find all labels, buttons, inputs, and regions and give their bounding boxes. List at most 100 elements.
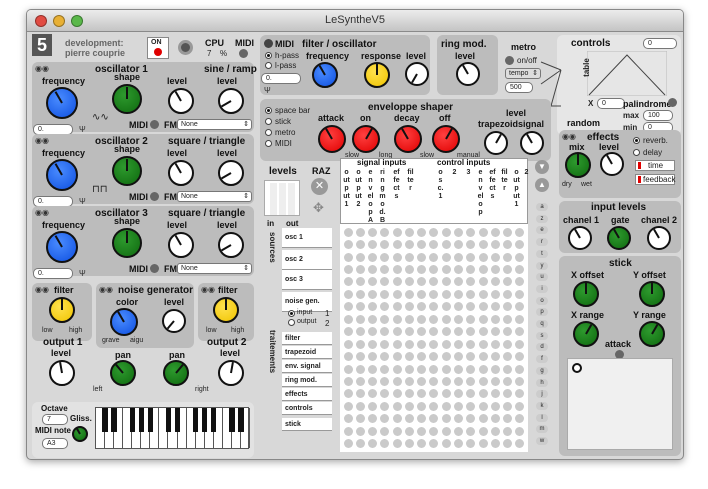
matrix-cell[interactable] (454, 377, 464, 387)
piano-black-key[interactable] (102, 408, 108, 432)
matrix-cell[interactable] (355, 339, 365, 349)
matrix-cell[interactable] (515, 302, 525, 312)
matrix-cell[interactable] (490, 389, 500, 399)
matrix-cell[interactable] (355, 314, 365, 324)
matrix-cell[interactable] (503, 377, 513, 387)
stick-pad[interactable] (567, 358, 673, 450)
osc1-shape-knob[interactable] (112, 84, 142, 114)
input-ch2-knob[interactable] (647, 226, 671, 250)
matrix-cell[interactable] (343, 439, 353, 449)
matrix-cell[interactable] (392, 240, 402, 250)
matrix-cell[interactable] (417, 364, 427, 374)
matrix-cell[interactable] (355, 302, 365, 312)
piano-keyboard[interactable] (95, 407, 250, 449)
matrix-cell[interactable] (503, 426, 513, 436)
matrix-cell[interactable] (454, 227, 464, 237)
matrix-cell[interactable] (429, 289, 439, 299)
env-spacebar-radio[interactable] (265, 107, 272, 114)
matrix-cell[interactable] (490, 289, 500, 299)
matrix-cell[interactable] (441, 277, 451, 287)
glissando-knob[interactable] (72, 426, 88, 442)
matrix-cell[interactable] (392, 364, 402, 374)
matrix-cell[interactable] (466, 389, 476, 399)
shortcut-key-o[interactable]: o (536, 296, 548, 305)
matrix-cell[interactable] (429, 439, 439, 449)
matrix-cell[interactable] (380, 252, 390, 262)
osc2-midi-toggle[interactable] (150, 192, 159, 201)
effects-level-knob[interactable] (600, 152, 624, 176)
matrix-cell[interactable] (429, 364, 439, 374)
shortcut-key-j[interactable]: j (536, 390, 548, 399)
matrix-cell[interactable] (503, 227, 513, 237)
matrix-cell[interactable] (441, 389, 451, 399)
matrix-cell[interactable] (417, 339, 427, 349)
matrix-cell[interactable] (441, 377, 451, 387)
shortcut-key-m[interactable]: m (536, 425, 548, 434)
matrix-cell[interactable] (441, 265, 451, 275)
matrix-cell[interactable] (478, 240, 488, 250)
matrix-cell[interactable] (355, 265, 365, 275)
matrix-cell[interactable] (503, 389, 513, 399)
matrix-cell[interactable] (490, 327, 500, 337)
filter-right-knob[interactable] (213, 297, 239, 323)
matrix-cell[interactable] (478, 339, 488, 349)
osc3-value-field[interactable]: 0. (33, 268, 73, 279)
matrix-cell[interactable] (417, 352, 427, 362)
matrix-cell[interactable] (392, 401, 402, 411)
matrix-cell[interactable] (441, 426, 451, 436)
matrix-cell[interactable] (392, 327, 402, 337)
osc2-wave-knob[interactable] (218, 160, 244, 186)
piano-black-key[interactable] (174, 408, 181, 432)
matrix-cell[interactable] (466, 227, 476, 237)
env-midi-radio[interactable] (265, 140, 272, 147)
env-stick-radio[interactable] (265, 118, 272, 125)
matrix-cell[interactable] (404, 265, 414, 275)
matrix-cell[interactable] (466, 327, 476, 337)
filter-right-mute-icon[interactable]: ◉◉ (201, 285, 215, 294)
matrix-cell[interactable] (404, 364, 414, 374)
matrix-cell[interactable] (343, 327, 353, 337)
matrix-cell[interactable] (368, 327, 378, 337)
matrix-cell[interactable] (368, 227, 378, 237)
feedback-button[interactable]: feedback (635, 174, 675, 185)
piano-black-key[interactable] (111, 408, 117, 432)
matrix-cell[interactable] (441, 352, 451, 362)
matrix-cell[interactable] (368, 265, 378, 275)
on-toggle[interactable]: ON (147, 37, 169, 59)
matrix-cell[interactable] (404, 439, 414, 449)
env-metro-radio[interactable] (265, 129, 272, 136)
output2-level-knob[interactable] (218, 360, 244, 386)
matrix-cell[interactable] (466, 265, 476, 275)
power-button[interactable] (178, 40, 193, 55)
matrix-cell[interactable] (490, 339, 500, 349)
matrix-cell[interactable] (466, 377, 476, 387)
lpass-radio[interactable] (265, 62, 272, 69)
matrix-cell[interactable] (380, 277, 390, 287)
matrix-cell[interactable] (515, 289, 525, 299)
matrix-cell[interactable] (343, 352, 353, 362)
matrix-cell[interactable] (454, 265, 464, 275)
matrix-cell[interactable] (380, 439, 390, 449)
matrix-cell[interactable] (466, 252, 476, 262)
shortcut-key-k[interactable]: k (536, 401, 548, 410)
matrix-cell[interactable] (515, 277, 525, 287)
matrix-cell[interactable] (380, 339, 390, 349)
matrix-cell[interactable] (466, 302, 476, 312)
scroll-down-button[interactable]: ▼ (535, 160, 549, 174)
matrix-cell[interactable] (380, 302, 390, 312)
matrix-cell[interactable] (478, 265, 488, 275)
matrix-cell[interactable] (392, 339, 402, 349)
osc3-mute-icon[interactable]: ◉◉ (35, 208, 49, 217)
matrix-cell[interactable] (343, 302, 353, 312)
matrix-cell[interactable] (515, 426, 525, 436)
matrix-cell[interactable] (490, 252, 500, 262)
matrix-cell[interactable] (503, 414, 513, 424)
matrix-cell[interactable] (404, 227, 414, 237)
env-on-knob[interactable] (352, 125, 380, 153)
tempo-select[interactable]: tempo (505, 68, 541, 79)
matrix-cell[interactable] (355, 414, 365, 424)
matrix-cell[interactable] (454, 414, 464, 424)
matrix-cell[interactable] (515, 352, 525, 362)
matrix-cell[interactable] (441, 439, 451, 449)
matrix-cell[interactable] (490, 277, 500, 287)
